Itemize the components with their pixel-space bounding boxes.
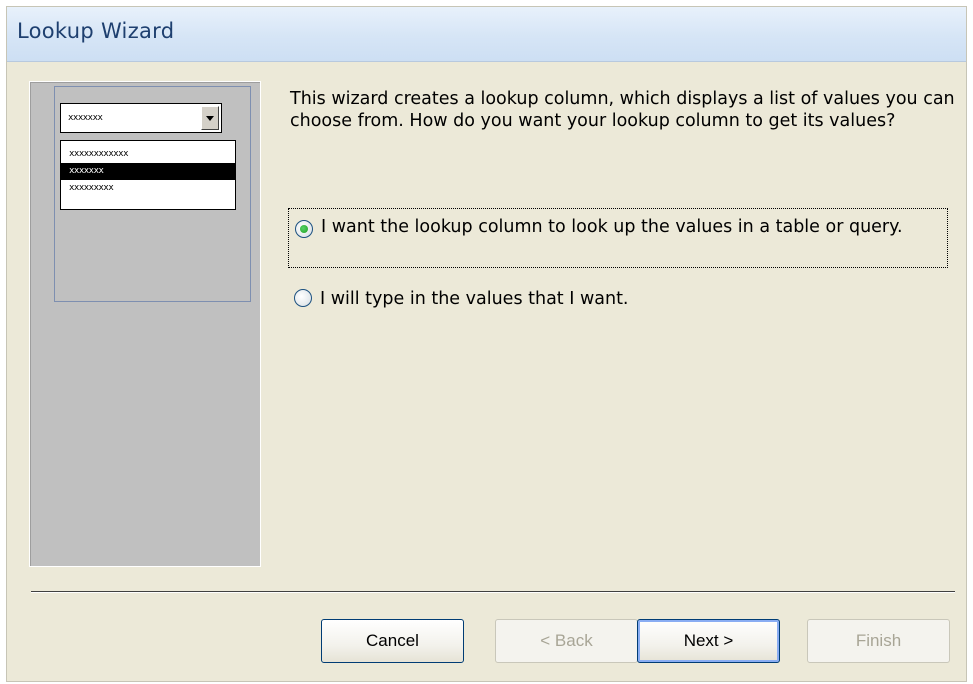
finish-button-label: Finish	[855, 631, 902, 650]
instructions-text: This wizard creates a lookup column, whi…	[290, 89, 955, 131]
title-bar: Lookup Wizard	[7, 7, 966, 62]
radio-button-checked[interactable]	[295, 220, 313, 238]
cancel-button[interactable]: Cancel	[321, 619, 464, 663]
back-button-label: < Back	[540, 631, 593, 650]
back-button[interactable]: < Back	[495, 619, 638, 663]
illustration-combo-box: xxxxxxx	[60, 103, 222, 133]
illustration-list-item: xxxxxxxxx	[69, 183, 114, 193]
cancel-button-label: Cancel	[366, 631, 419, 650]
illustration-list: xxxxxxxxxxxx xxxxxxx xxxxxxxxx	[60, 140, 236, 210]
option-type-values[interactable]: I will type in the values that I want.	[288, 285, 948, 313]
lookup-wizard-dialog: Lookup Wizard xxxxxxx xxxxxxxxxxxx xxxxx…	[6, 6, 967, 682]
radio-button[interactable]	[294, 289, 312, 307]
illustration-combo-value: xxxxxxx	[68, 113, 103, 123]
finish-button[interactable]: Finish	[807, 619, 950, 663]
separator	[31, 591, 955, 593]
wizard-illustration: xxxxxxx xxxxxxxxxxxx xxxxxxx xxxxxxxxx	[29, 81, 261, 567]
next-button[interactable]: Next >	[637, 619, 780, 663]
chevron-down-icon	[201, 106, 219, 130]
illustration-list-item-selected: xxxxxxx	[61, 163, 235, 180]
option-type-values-label[interactable]: I will type in the values that I want.	[320, 288, 940, 310]
illustration-list-item: xxxxxxxxxxxx	[69, 149, 129, 159]
dialog-title: Lookup Wizard	[17, 19, 175, 43]
option-lookup-table-label[interactable]: I want the lookup column to look up the …	[321, 216, 941, 238]
option-lookup-table[interactable]: I want the lookup column to look up the …	[288, 208, 948, 268]
next-button-label: Next >	[683, 631, 734, 650]
